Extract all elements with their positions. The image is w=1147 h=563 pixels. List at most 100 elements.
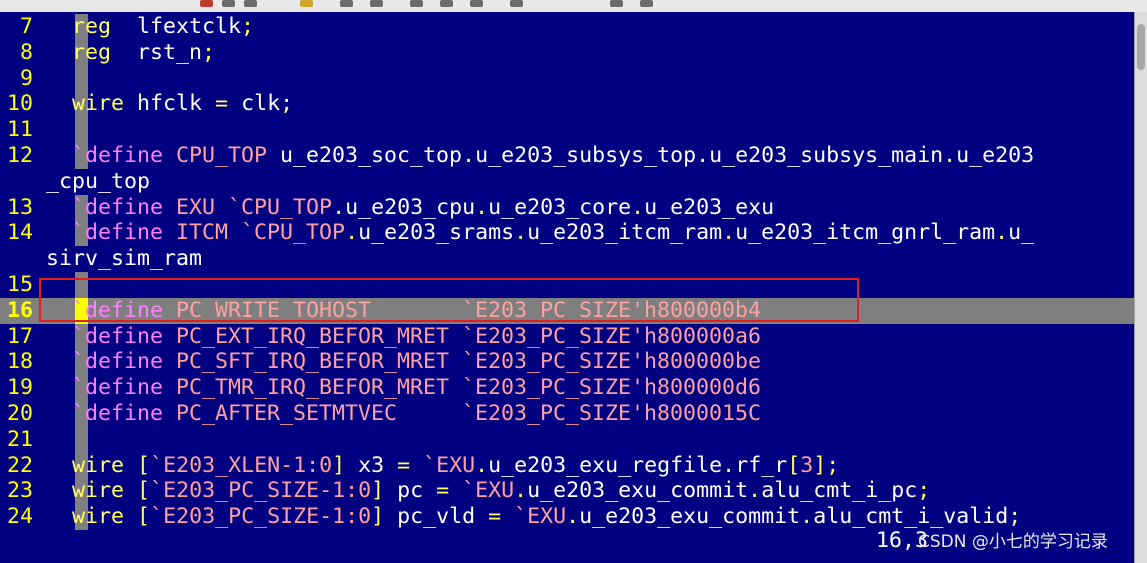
code-token: 3: [800, 452, 814, 478]
code-line[interactable]: 10 wire hfclk = clk;: [0, 91, 1134, 118]
code-token: ]: [332, 452, 346, 478]
code-token: .: [345, 220, 359, 246]
code-token: pc: [384, 478, 437, 504]
code-text: `define ITCM `CPU_TOP.u_e203_srams.u_e20…: [46, 220, 1034, 246]
code-token: PC_EXT_IRQ_BEFOR_MRET `E203_PC_SIZE'h800…: [163, 323, 762, 349]
code-token: u_e203: [956, 143, 1035, 168]
line-number: 9: [19, 65, 33, 91]
line-number: 21: [6, 426, 33, 452]
code-token: =: [215, 91, 229, 117]
save-session-icon[interactable]: [410, 0, 423, 7]
code-line[interactable]: 7 reg lfextclk;: [0, 14, 1134, 40]
code-token: u_: [1008, 220, 1035, 246]
code-token: u_e203_subsys_top: [475, 143, 697, 168]
cut-icon[interactable]: [200, 0, 213, 7]
line-number: 15: [6, 272, 33, 297]
code-token: ]: [371, 478, 385, 504]
code-token: ;: [280, 91, 294, 117]
code-token: [: [137, 478, 151, 504]
code-token: ]: [371, 504, 385, 530]
indent-guide: [75, 272, 88, 298]
code-token: ];: [813, 452, 840, 478]
code-token: `define: [72, 297, 164, 323]
paste-icon[interactable]: [244, 0, 257, 7]
code-token: lfextclk: [111, 14, 242, 39]
code-token: alu_cmt_i_valid: [813, 504, 1009, 530]
code-token: wire: [72, 452, 125, 478]
code-line[interactable]: 15: [0, 272, 1134, 298]
code-token: `E203_XLEN-1:0: [150, 452, 333, 478]
code-token: .: [514, 220, 528, 246]
code-token: .: [995, 220, 1009, 246]
code-token: `define: [72, 143, 164, 168]
code-token: wire: [72, 504, 125, 530]
code-token: .: [800, 504, 814, 530]
code-line-wrap[interactable]: _cpu_top: [0, 169, 1134, 195]
replace-icon[interactable]: [340, 0, 353, 7]
watermark: CSDN @小七的学习记录: [918, 532, 1108, 552]
code-editor[interactable]: 7 reg lfextclk; 8 reg rst_n; 9 10 wire hfc…: [0, 12, 1134, 546]
code-line[interactable]: 20 `define PC_AFTER_SETMTVEC `E203_PC_SI…: [0, 401, 1134, 427]
code-token: wire: [72, 91, 125, 117]
code-text: wire [`E203_PC_SIZE-1:0] pc_vld = `EXU.u…: [46, 504, 1021, 530]
code-token: clk: [228, 91, 281, 117]
code-line[interactable]: 14 `define ITCM `CPU_TOP.u_e203_srams.u_…: [0, 220, 1134, 247]
code-line[interactable]: 13 `define EXU `CPU_TOP.u_e203_cpu.u_e20…: [0, 194, 1134, 221]
code-token: PC_AFTER_SETMTVEC `E203_PC_SIZE'h8000015…: [163, 401, 762, 426]
help-icon[interactable]: [610, 0, 623, 7]
code-line-wrap[interactable]: sirv_sim_ram: [0, 246, 1134, 272]
find-help-icon[interactable]: [640, 0, 653, 7]
line-number: 7: [19, 14, 33, 39]
copy-icon[interactable]: [222, 0, 235, 7]
make-icon[interactable]: [510, 0, 523, 7]
code-token: ;: [241, 14, 255, 39]
code-line[interactable]: 21: [0, 426, 1134, 453]
find-icon[interactable]: [300, 0, 313, 7]
code-line[interactable]: 17 `define PC_EXT_IRQ_BEFOR_MRET `E203_P…: [0, 323, 1134, 350]
code-token: u_e203_soc_top: [267, 143, 463, 168]
code-token: PC_SFT_IRQ_BEFOR_MRET `E203_PC_SIZE'h800…: [163, 349, 762, 375]
code-token: `define: [72, 349, 164, 375]
indent-guide: [75, 65, 88, 92]
undo-icon[interactable]: [370, 0, 383, 7]
code-token: rf_r: [735, 452, 788, 478]
code-token: `CPU_TOP: [215, 194, 333, 220]
code-line[interactable]: 8 reg rst_n;: [0, 39, 1134, 66]
code-token: `CPU_TOP: [228, 220, 346, 246]
load-session-icon[interactable]: [440, 0, 453, 7]
code-text: wire [`E203_PC_SIZE-1:0] pc = `EXU.u_e20…: [46, 478, 930, 504]
line-number: 24: [6, 504, 33, 530]
code-token: `E203_PC_SIZE-1:0: [150, 478, 372, 504]
code-token: hfclk: [124, 91, 216, 117]
code-line[interactable]: 19 `define PC_TMR_IRQ_BEFOR_MRET `E203_P…: [0, 375, 1134, 401]
code-token: reg: [72, 14, 112, 39]
code-line[interactable]: 23 wire [`E203_PC_SIZE-1:0] pc = `EXU.u_…: [0, 478, 1134, 505]
code-token: =: [488, 504, 502, 530]
code-token: .: [696, 143, 710, 168]
vertical-scrollbar[interactable]: [1134, 12, 1147, 563]
code-line[interactable]: 16 `define PC_WRITE_TOHOST `E203_PC_SIZE…: [0, 297, 1134, 324]
code-line[interactable]: 11: [0, 117, 1134, 143]
scroll-thumb[interactable]: [1137, 24, 1145, 70]
code-token: [: [137, 504, 151, 530]
code-token: u_e203_itcm_ram: [527, 220, 723, 246]
code-line[interactable]: 12 `define CPU_TOP u_e203_soc_top.u_e203…: [0, 143, 1134, 169]
code-line[interactable]: 9: [0, 65, 1134, 92]
code-text: `define PC_WRITE_TOHOST `E203_PC_SIZE'h8…: [46, 298, 761, 324]
code-token: `EXU: [449, 478, 515, 504]
code-token: u_e203_cpu: [345, 194, 476, 220]
code-line[interactable]: 18 `define PC_SFT_IRQ_BEFOR_MRET `E203_P…: [0, 349, 1134, 376]
code-token: `EXU: [410, 452, 476, 478]
code-token: u_e203_core: [488, 194, 632, 220]
code-token: =: [436, 478, 450, 504]
code-line[interactable]: 22 wire [`E203_XLEN-1:0] x3 = `EXU.u_e20…: [0, 452, 1134, 479]
code-line[interactable]: 24 wire [`E203_PC_SIZE-1:0] pc_vld = `EX…: [0, 504, 1134, 530]
run-script-icon[interactable]: [470, 0, 483, 7]
code-token: u_e203_subsys_main: [709, 143, 944, 168]
code-text: `define PC_SFT_IRQ_BEFOR_MRET `E203_PC_S…: [46, 349, 761, 375]
code-token: `define: [72, 375, 164, 401]
